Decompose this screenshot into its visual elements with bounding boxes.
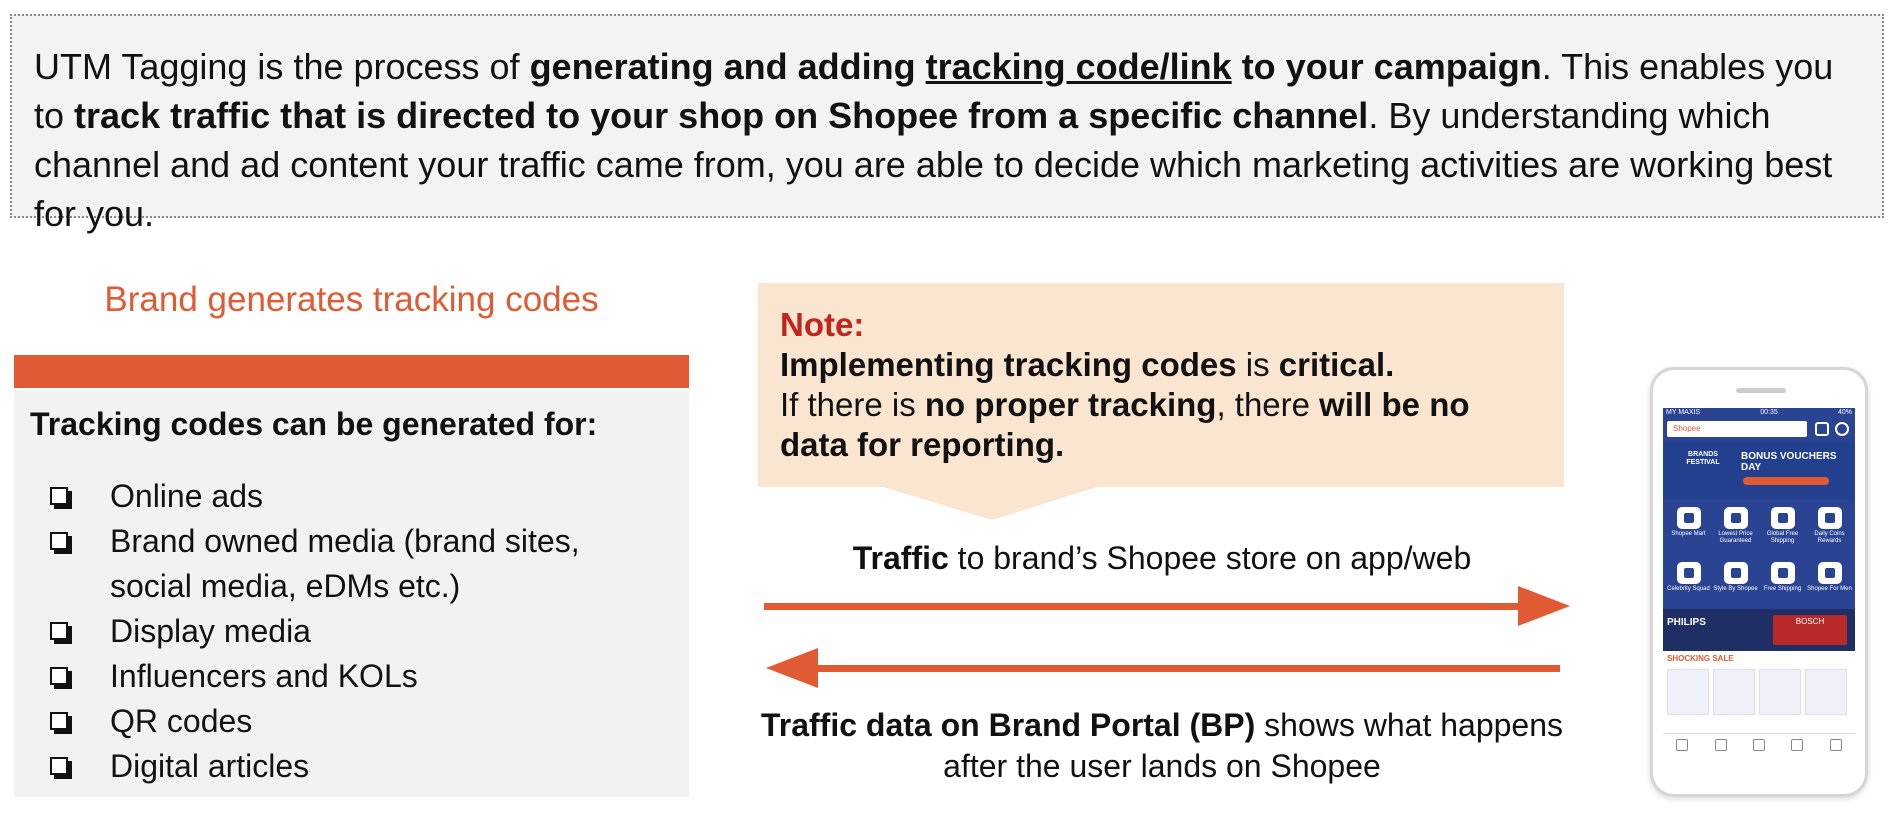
promo-left-text: PHILIPS — [1667, 617, 1706, 628]
phone-tile: Shopee For Men — [1806, 561, 1853, 606]
product-card — [1667, 669, 1709, 715]
product-card — [1805, 669, 1847, 715]
arrow-right-icon — [764, 586, 1570, 626]
tile-label: Free Shipping — [1763, 585, 1802, 592]
sale-title: SHOCKING SALE — [1667, 654, 1734, 663]
phone-promo: PHILIPS BOSCH — [1663, 609, 1855, 651]
banner-right-text: BONUS VOUCHERS DAY — [1741, 451, 1837, 473]
phone-search-row: Shopee — [1663, 417, 1855, 441]
banner-left-text: BRANDS FESTIVAL — [1686, 451, 1720, 466]
promo-right-text: BOSCH — [1773, 615, 1847, 645]
traffic-data-label: Traffic data on Brand Portal (BP) shows … — [758, 705, 1566, 787]
phone-tile: Free Shipping — [1759, 561, 1806, 606]
product-card — [1713, 669, 1755, 715]
status-time: 00:35 — [1760, 409, 1778, 416]
cart-icon — [1815, 422, 1829, 436]
phone-mockup: MY MAXIS 00:35 40% Shopee BRANDS FESTIVA… — [1650, 367, 1868, 797]
traffic-to-store-label: Traffic to brand’s Shopee store on app/w… — [758, 540, 1566, 577]
tile-label: Global Free Shipping — [1766, 531, 1799, 544]
phone-status-bar: MY MAXIS 00:35 40% — [1663, 408, 1855, 417]
tile-icon — [1676, 507, 1701, 529]
tile-icon — [1817, 507, 1842, 529]
tile-label: Shopee For Men — [1807, 585, 1852, 592]
chat-icon — [1835, 422, 1849, 436]
notification-icon — [1791, 739, 1804, 751]
phone-bottom-nav — [1663, 733, 1855, 756]
phone-tile: Daily Coins Rewards — [1806, 507, 1853, 558]
mall-icon — [1752, 739, 1765, 751]
phone-banner: BRANDS FESTIVAL BONUS VOUCHERS DAY — [1663, 441, 1855, 499]
feed-icon — [1714, 739, 1727, 751]
tile-icon — [1723, 507, 1748, 529]
flow-arrows — [764, 586, 1570, 688]
phone-tile: Shopee Mart — [1665, 507, 1712, 558]
arrow-left-icon — [766, 648, 1560, 688]
traffic-data-bold: Traffic data on Brand Portal (BP) — [760, 707, 1256, 743]
status-carrier: MY MAXIS — [1666, 409, 1701, 416]
product-card — [1759, 669, 1801, 715]
profile-icon — [1829, 739, 1842, 751]
tile-icon — [1817, 561, 1842, 584]
phone-tile-grid: Shopee Mart Lowest Price Guaranteed Glob… — [1663, 499, 1855, 609]
phone-search-field: Shopee — [1667, 421, 1807, 437]
status-battery: 40% — [1837, 409, 1852, 416]
phone-screen: MY MAXIS 00:35 40% Shopee BRANDS FESTIVA… — [1663, 408, 1855, 756]
phone-tile: Style By Shopee — [1712, 561, 1759, 606]
tile-label: Shopee Mart — [1671, 531, 1706, 537]
tile-label: Daily Coins Rewards — [1814, 531, 1845, 544]
phone-tile: Celebrity Squad — [1665, 561, 1712, 606]
tile-icon — [1770, 561, 1795, 584]
home-icon — [1676, 739, 1689, 751]
tile-icon — [1723, 561, 1748, 584]
tile-icon — [1770, 507, 1795, 529]
phone-sale: SHOCKING SALE — [1663, 651, 1855, 721]
phone-tile: Global Free Shipping — [1759, 507, 1806, 558]
traffic-bold: Traffic — [852, 540, 949, 576]
tile-label: Celebrity Squad — [1667, 585, 1710, 592]
banner-pill — [1743, 477, 1829, 485]
tile-label: Lowest Price Guaranteed — [1718, 531, 1753, 544]
phone-speaker — [1736, 388, 1786, 393]
tile-label: Style By Shopee — [1713, 585, 1758, 592]
tile-icon — [1676, 561, 1701, 584]
phone-tile: Lowest Price Guaranteed — [1712, 507, 1759, 558]
traffic-text: to brand’s Shopee store on app/web — [948, 540, 1472, 576]
